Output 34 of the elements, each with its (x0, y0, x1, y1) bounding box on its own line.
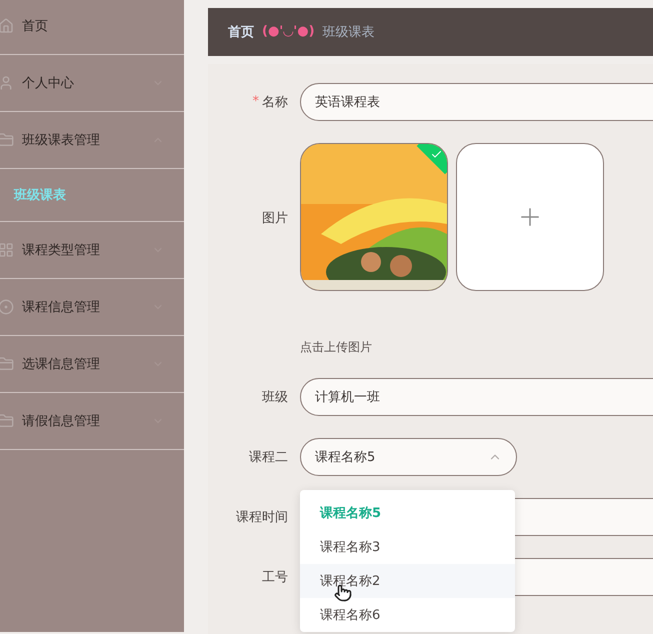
breadcrumb-current: 班级课表 (322, 24, 375, 41)
upload-hint: 点击上传图片 (300, 338, 373, 356)
sidebar-item[interactable]: 选课信息管理 (0, 336, 184, 393)
submenu-item[interactable]: 班级课表 (14, 186, 66, 204)
sidebar-item[interactable]: 班级课表管理 (0, 112, 184, 169)
input-field[interactable]: 计算机一班 (300, 378, 653, 416)
menu-icon (0, 242, 14, 258)
upload-button[interactable] (456, 142, 604, 291)
menu-icon (0, 413, 14, 429)
field-label: 名称 (262, 94, 288, 111)
dropdown-option[interactable]: 课程名称5 (300, 496, 515, 530)
input-field[interactable]: 英语课程表 (300, 82, 653, 121)
menu-icon (0, 356, 14, 372)
emoticon: (●'◡'●) (262, 24, 315, 40)
menu-icon (0, 299, 14, 315)
field-label: 课程时间 (236, 508, 288, 526)
field-label: 图片 (262, 210, 288, 227)
dropdown-option[interactable]: 课程名称6 (300, 598, 515, 632)
sidebar-item[interactable]: 请假信息管理 (0, 393, 184, 450)
menu-icon (0, 75, 14, 91)
sidebar-item[interactable]: 首页 (0, 0, 184, 55)
sidebar-item[interactable]: 课程类型管理 (0, 222, 184, 279)
field-label: 课程二 (249, 448, 288, 466)
select-field[interactable]: 课程名称5 (300, 438, 517, 476)
field-label: 班级 (262, 388, 288, 406)
check-icon (430, 148, 443, 160)
required-mark: * (252, 94, 259, 110)
field-label: 工号 (262, 568, 288, 586)
menu-icon (0, 18, 14, 34)
menu-icon (0, 132, 14, 148)
sidebar-item[interactable]: 个人中心 (0, 55, 184, 112)
dropdown-option[interactable]: 课程名称3 (300, 530, 515, 564)
sidebar-item[interactable]: 课程信息管理 (0, 279, 184, 336)
breadcrumb-link[interactable]: 首页 (228, 22, 254, 41)
